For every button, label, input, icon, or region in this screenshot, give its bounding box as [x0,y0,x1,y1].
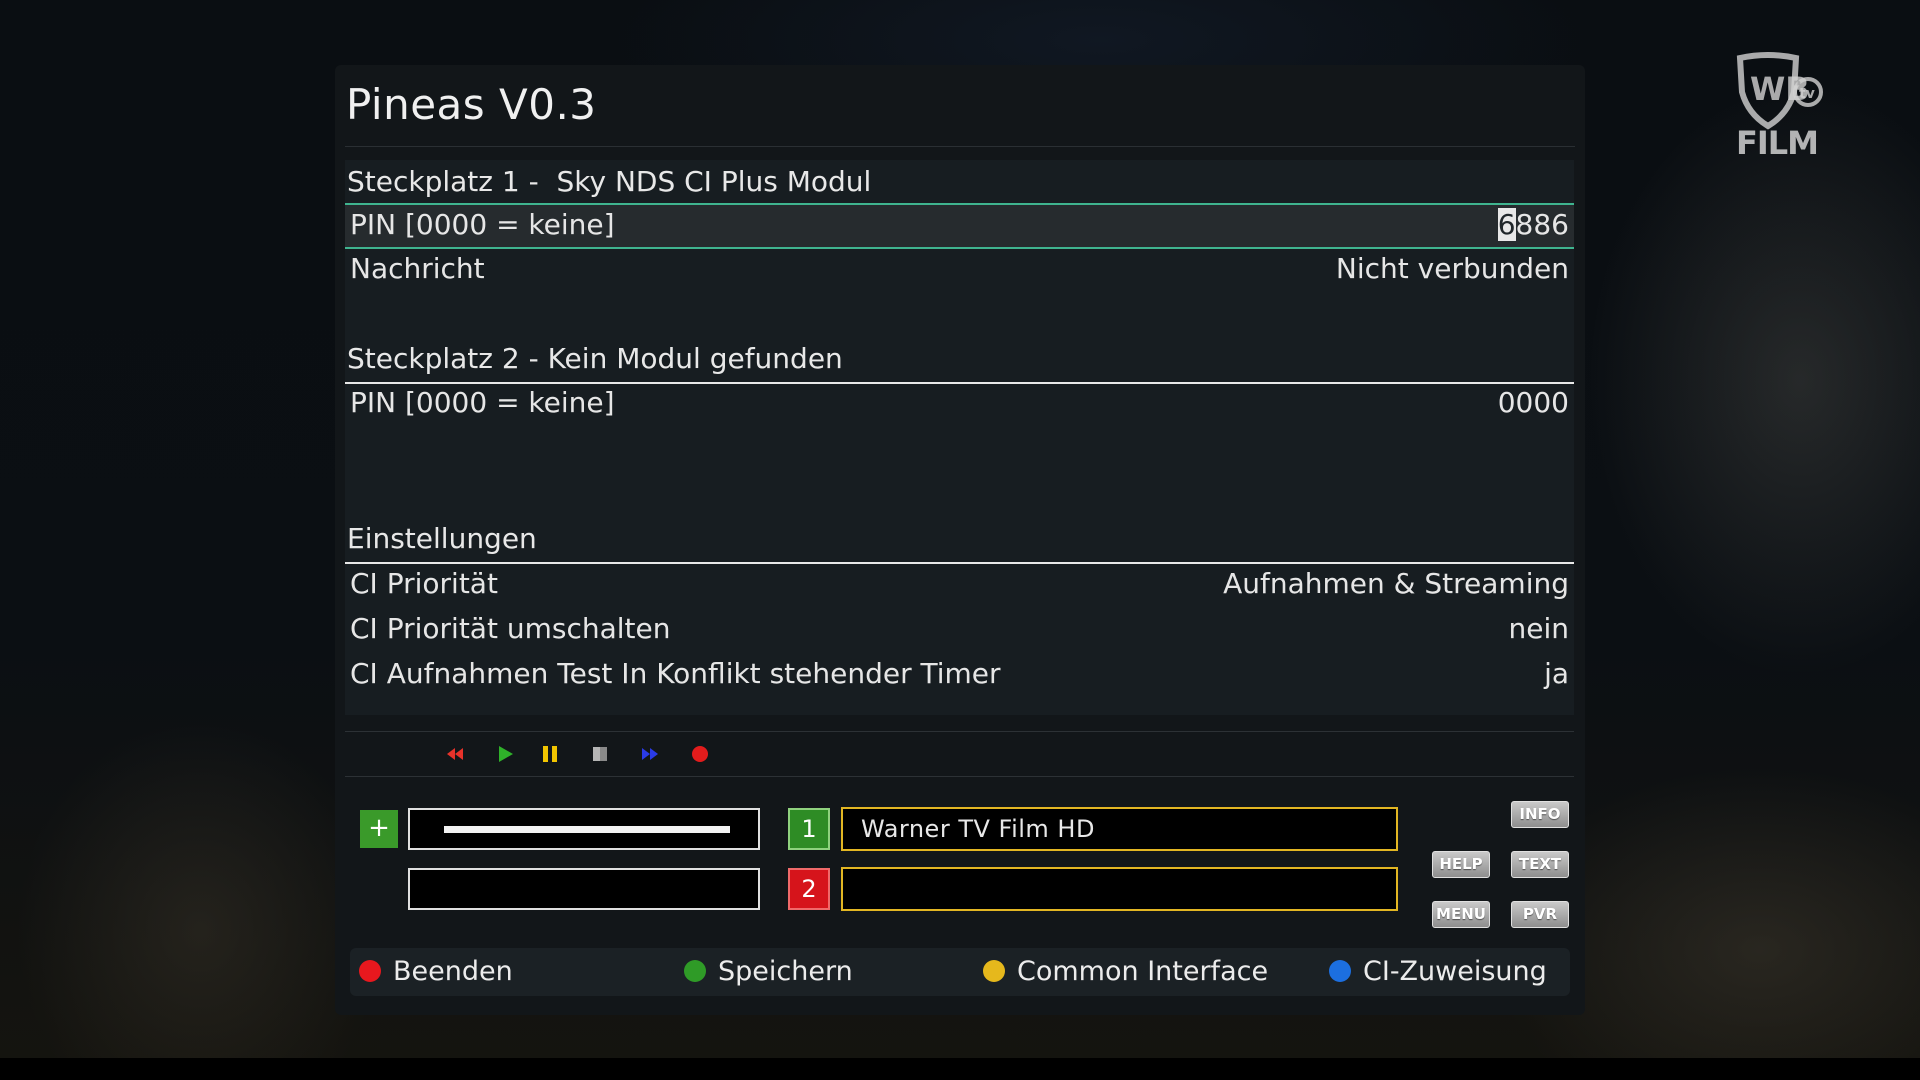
title-divider [345,146,1575,147]
stop-icon[interactable] [590,744,610,764]
green-button-label: Speichern [718,956,853,987]
green-button[interactable]: Speichern [684,948,853,996]
ci-timer-test-row[interactable]: CI Aufnahmen Test In Konflikt stehender … [345,652,1574,696]
ci-priority-switch-label: CI Priorität umschalten [350,612,671,645]
slot1-message-value: Nicht verbunden [1335,252,1569,285]
tuner2-channel-field[interactable] [841,867,1398,911]
ci-priority-switch-row[interactable]: CI Priorität umschalten nein [345,607,1574,651]
window-title: Pineas V0.3 [346,80,597,129]
red-button[interactable]: Beenden [359,948,513,996]
slot1-pin-value[interactable]: 6886 [1497,205,1569,245]
ci-priority-value: Aufnahmen & Streaming [1223,567,1569,600]
add-tuner-button[interactable]: + [360,810,398,848]
ci-timer-test-value: ja [1544,657,1569,690]
ci-timer-test-label: CI Aufnahmen Test In Konflikt stehender … [350,657,1001,690]
help-key[interactable]: HELP [1432,851,1490,878]
play-icon[interactable] [495,744,515,764]
slot2-pin-row[interactable]: PIN [0000 = keine] 0000 [345,381,1574,425]
ci-priority-switch-value: nein [1508,612,1570,645]
ci-priority-label: CI Priorität [350,567,498,600]
pvr-key[interactable]: PVR [1511,901,1569,928]
red-button-label: Beenden [393,956,513,987]
fast-forward-icon[interactable] [640,744,660,764]
wb-tv-logo-icon: WB tv [1736,52,1823,130]
slot2-pin-value: 0000 [1497,386,1569,419]
blue-button-label: CI-Zuweisung [1363,956,1547,987]
pin-cursor: 6 [1497,208,1516,241]
logo-text: FILM [1736,124,1819,162]
slot2-pin-label: PIN [0000 = keine] [350,386,615,419]
record-icon[interactable] [690,744,710,764]
letterbox-bar [0,1058,1920,1080]
slot1-message-row[interactable]: Nachricht Nicht verbunden [345,247,1574,291]
yellow-dot-icon [983,959,1005,982]
slot1-pin-row[interactable]: PIN [0000 = keine] 6886 [345,203,1574,249]
yellow-button-label: Common Interface [1017,956,1269,987]
slot1-pin-label: PIN [0000 = keine] [350,208,615,241]
menu-key[interactable]: MENU [1432,901,1490,928]
info-key[interactable]: INFO [1511,801,1569,828]
svg-text:tv: tv [1799,86,1815,102]
blue-dot-icon [1329,959,1351,982]
ci-priority-row[interactable]: CI Priorität Aufnahmen & Streaming [345,562,1574,606]
green-dot-icon [684,959,706,982]
red-dot-icon [359,959,381,982]
channel-logo: WB tv FILM [1728,52,1824,164]
rewind-icon[interactable] [445,744,465,764]
tuner1-signal-bar [408,808,760,850]
settings-header: Einstellungen [347,522,537,555]
pause-icon[interactable] [540,744,560,764]
pin-value-rest: 886 [1515,208,1569,241]
slot1-message-label: Nachricht [350,252,485,285]
transport-divider-top [345,731,1574,732]
blue-button[interactable]: CI-Zuweisung [1329,948,1547,996]
slot2-header: Steckplatz 2 - Kein Modul gefunden [347,342,843,375]
tuner1-badge: 1 [788,808,830,850]
tuner1-channel-field[interactable]: Warner TV Film HD [841,807,1398,851]
yellow-button[interactable]: Common Interface [983,948,1268,996]
tuner2-signal-bar [408,868,760,910]
transport-divider-bottom [345,776,1574,777]
slot1-header: Steckplatz 1 - Sky NDS CI Plus Modul [347,165,872,198]
tuner1-signal-fill [444,826,730,833]
text-key[interactable]: TEXT [1511,851,1569,878]
tuner2-badge: 2 [788,868,830,910]
